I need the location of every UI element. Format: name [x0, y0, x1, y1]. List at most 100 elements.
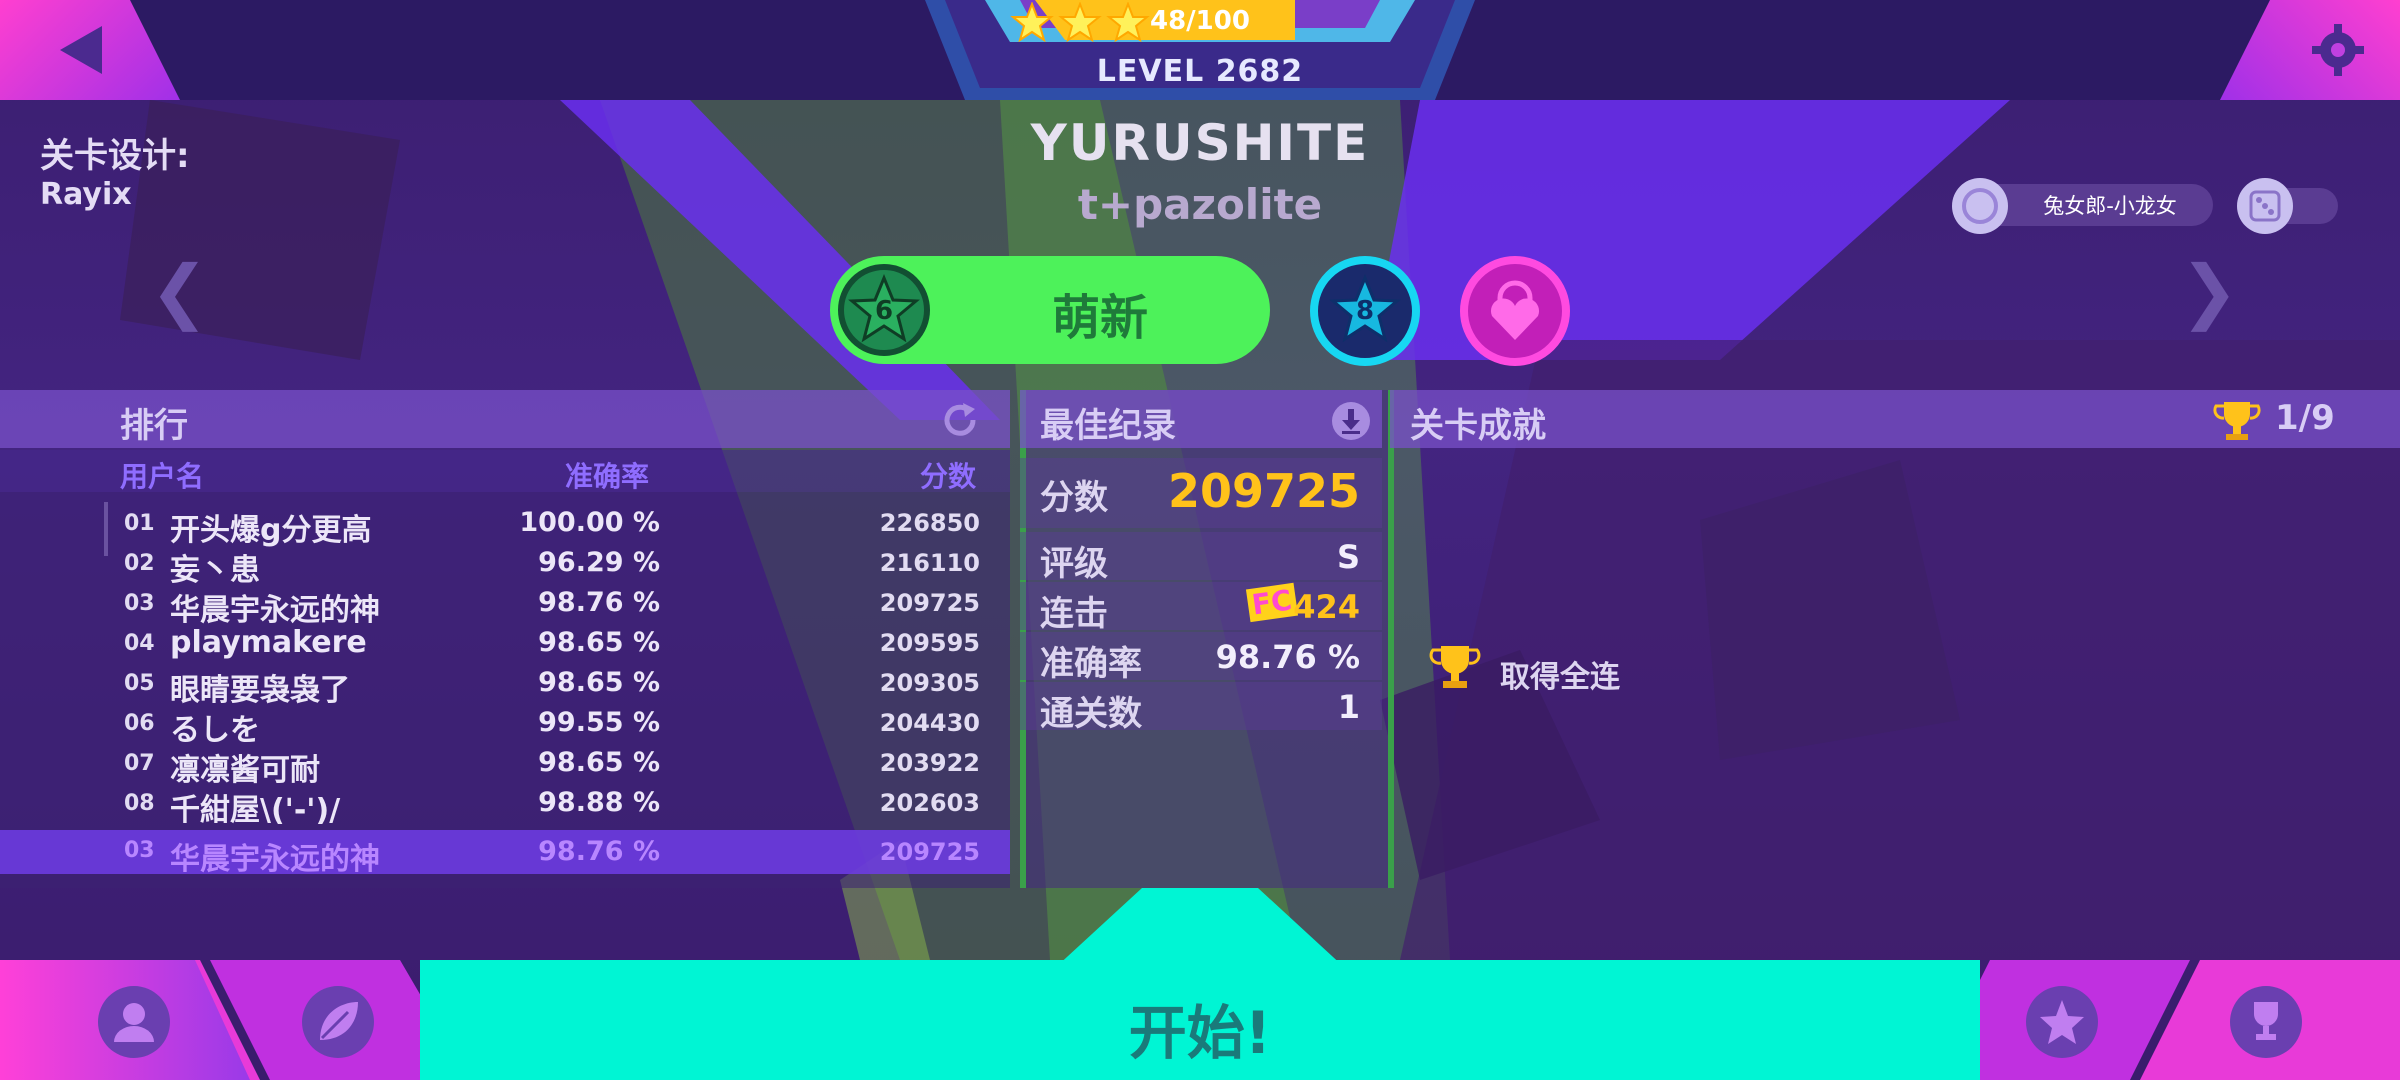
- col-username: 用户名: [120, 460, 205, 493]
- achievements-title: 关卡成就: [1410, 406, 1546, 446]
- best-record-title: 最佳纪录: [1040, 406, 1176, 446]
- next-song-arrow-icon[interactable]: ❯: [2180, 250, 2239, 332]
- rank-score: 204430: [879, 709, 980, 737]
- my-rank-accuracy: 98.76 %: [538, 836, 660, 867]
- achievement-trophy-icon: [1429, 646, 1481, 688]
- profile-icon: [114, 1003, 154, 1042]
- rank-accuracy: 99.55 %: [538, 707, 660, 738]
- rank-number: 03: [124, 591, 155, 616]
- difficulty-hard-level: 8: [1355, 296, 1375, 326]
- leaderboard-row[interactable]: 05 眼睛要袅袅了 98.65 % 209305: [0, 665, 1010, 708]
- best-clears-label: 通关数: [1040, 694, 1142, 734]
- achievements-progress: 1/9: [2275, 398, 2335, 438]
- full-combo-badge: FC: [1245, 582, 1298, 623]
- trophy-tab-icon: [2254, 1002, 2278, 1040]
- stars-progress: 48/100: [1150, 6, 1250, 36]
- dice-glyph: [2249, 190, 2281, 222]
- best-clears-value: 1: [1337, 688, 1360, 726]
- my-rank-score: 209725: [879, 838, 980, 866]
- favorites-button[interactable]: [2026, 986, 2098, 1058]
- leaderboard-row[interactable]: 02 妄丶患 96.29 % 216110: [0, 545, 1010, 588]
- rank-score: 202603: [879, 789, 980, 817]
- refresh-icon[interactable]: [937, 397, 983, 443]
- rank-score: 226850: [879, 509, 980, 537]
- prev-song-arrow-icon[interactable]: ❮: [150, 250, 209, 332]
- leaf-icon: [320, 1002, 358, 1040]
- best-combo-value: 424: [1293, 588, 1360, 626]
- rank-name: るしを: [170, 713, 260, 748]
- col-accuracy: 准确率: [565, 460, 650, 493]
- gear-icon: [2312, 24, 2364, 76]
- profile-button[interactable]: [98, 986, 170, 1058]
- my-rank-number: 03: [124, 838, 155, 863]
- difficulty-hard-button[interactable]: 8: [1310, 256, 1420, 366]
- rank-accuracy: 98.76 %: [538, 587, 660, 618]
- best-accuracy-label: 准确率: [1040, 644, 1142, 684]
- leaderboard-row[interactable]: 04 playmakere 98.65 % 209595: [0, 625, 1010, 665]
- rank-score: 209595: [879, 629, 980, 657]
- col-score: 分数: [920, 460, 977, 493]
- rank-name: 开头爆g分更高: [170, 513, 372, 548]
- level-label: LEVEL 2682: [925, 54, 1475, 89]
- rank-name: 华晨宇永远的神: [170, 593, 380, 628]
- rank-accuracy: 98.65 %: [538, 627, 660, 658]
- level-number: 2682: [1215, 54, 1304, 89]
- start-label[interactable]: 开始!: [420, 986, 1980, 1070]
- rank-score: 209305: [879, 669, 980, 697]
- rank-score: 209725: [879, 589, 980, 617]
- song-title: YURUSHITE: [1030, 114, 1370, 172]
- rank-name: playmakere: [170, 625, 367, 660]
- rank-number: 01: [124, 511, 155, 536]
- leaderboard-title: 排行: [120, 406, 188, 446]
- rank-score: 203922: [879, 749, 980, 777]
- rank-number: 05: [124, 671, 155, 696]
- star-icon: [2040, 1000, 2084, 1044]
- difficulty-easy-star-icon: 6: [838, 264, 930, 356]
- leaderboard-row[interactable]: 03 华晨宇永远的神 98.76 % 209725: [0, 585, 1010, 628]
- leaderboard-row[interactable]: 08 千紺屋\('-')/ 98.88 % 202603: [0, 785, 1010, 828]
- leaderboard-row[interactable]: 06 るしを 99.55 % 204430: [0, 705, 1010, 748]
- dice-icon: [2237, 178, 2293, 234]
- leaderboard-row[interactable]: 07 凛凛酱可耐 98.65 % 203922: [0, 745, 1010, 788]
- my-rank-row: 03 华晨宇永远的神 98.76 % 209725: [0, 830, 1010, 877]
- rank-name: 眼睛要袅袅了: [170, 673, 350, 708]
- best-accuracy-value: 98.76 %: [1215, 638, 1360, 676]
- heart-lock-icon: [1490, 280, 1540, 340]
- download-icon[interactable]: [1330, 400, 1372, 442]
- best-combo-label: 连击: [1040, 594, 1108, 634]
- difficulty-easy-label: 萌新: [1051, 290, 1148, 346]
- lock-badge-icon: [1962, 188, 1998, 224]
- achievement-full-combo: 取得全连: [1500, 660, 1620, 695]
- rank-name: 凛凛酱可耐: [170, 753, 320, 788]
- skin-button[interactable]: [302, 986, 374, 1058]
- rank-accuracy: 98.65 %: [538, 747, 660, 778]
- best-grade-label: 评级: [1040, 544, 1108, 584]
- character-name: 兔女郎-小龙女: [2043, 194, 2177, 218]
- rank-accuracy: 96.29 %: [538, 547, 660, 578]
- rank-accuracy: 98.88 %: [538, 787, 660, 818]
- rank-name: 千紺屋\('-')/: [170, 793, 341, 828]
- rank-score: 216110: [879, 549, 980, 577]
- best-score-value: 209725: [1167, 464, 1360, 518]
- star-filled-icon: [1058, 2, 1102, 42]
- best-score-label: 分数: [1040, 478, 1108, 518]
- rank-accuracy: 98.65 %: [538, 667, 660, 698]
- difficulty-easy-level: 6: [874, 296, 894, 326]
- best-grade-value: S: [1336, 538, 1360, 576]
- trophy-icon: [2213, 402, 2261, 440]
- rank-number: 08: [124, 791, 155, 816]
- rank-number: 06: [124, 711, 155, 736]
- rank-number: 04: [124, 631, 155, 656]
- star-filled-icon: [1010, 2, 1054, 42]
- back-arrow-icon: [60, 26, 102, 74]
- leaderboard-row[interactable]: 01 开头爆g分更高 100.00 % 226850: [0, 505, 1010, 548]
- my-rank-name: 华晨宇永远的神: [170, 842, 380, 877]
- character-icon: [1952, 178, 2008, 234]
- rank-number: 07: [124, 751, 155, 776]
- rank-accuracy: 100.00 %: [519, 507, 660, 538]
- rank-number: 02: [124, 551, 155, 576]
- level-prefix: LEVEL: [1096, 54, 1205, 89]
- star-filled-icon: [1106, 2, 1150, 42]
- ranking-button[interactable]: [2230, 986, 2302, 1058]
- difficulty-locked-button[interactable]: [1460, 256, 1570, 366]
